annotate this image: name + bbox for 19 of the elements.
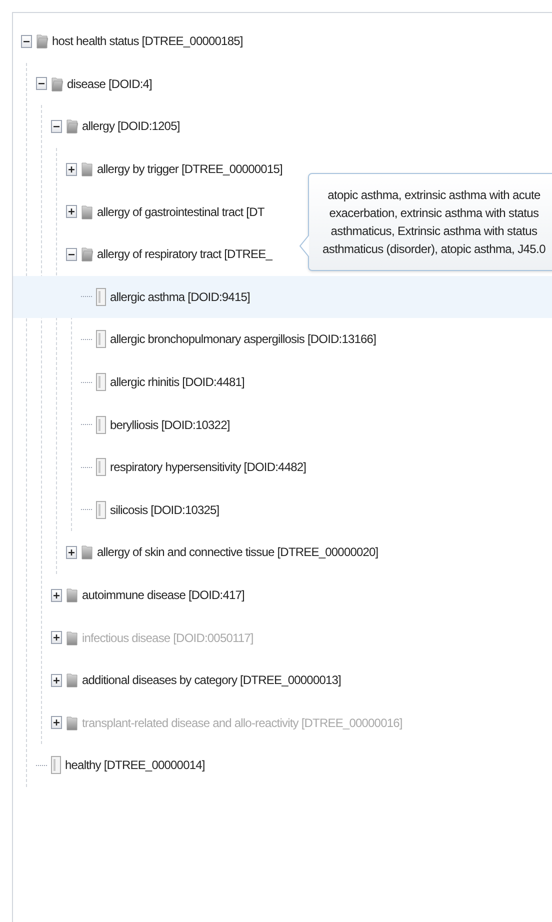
node-label: transplant-related disease and allo-reactivity [DTREE_00000016]: [82, 714, 402, 732]
node-label: allergic rhinitis [DOID:4481]: [110, 374, 244, 392]
node-label: autoimmune disease [DOID:417]: [82, 587, 244, 604]
node-label: silicosis [DOID:10325]: [110, 502, 220, 519]
node-label: host health status [DTREE_00000185]: [52, 33, 243, 50]
node-label: infectious disease [DOID:0050117]: [82, 630, 254, 647]
node-label: berylliosis [DOID:10322]: [110, 416, 230, 434]
node-label: healthy [DTREE_00000014]: [65, 757, 205, 774]
node-label: allergy of respiratory tract [DTREE_: [97, 246, 272, 264]
node-label: disease [DOID:4]: [67, 76, 152, 93]
node-label: allergy of gastrointestinal tract [DT: [97, 204, 264, 221]
node-label: respiratory hypersensitivity [DOID:4482]: [110, 459, 306, 476]
node-label: allergy by trigger [DTREE_00000015]: [97, 161, 282, 178]
tooltip-text: atopic asthma, extrinsic asthma with acute exacerbation, extrinsic asthma with status asthmaticus, Extrinsic asthma with status asthmaticus (disorder), atopic asthma, J45.0: [322, 187, 546, 258]
node-label: additional diseases by category [DTREE_00000013]: [82, 672, 341, 690]
node-label: allergic asthma [DOID:9415]: [110, 288, 250, 306]
node-label: allergy of skin and connective tissue [DTREE_00000020]: [97, 544, 378, 562]
node-label: allergic bronchopulmonary aspergillosis [DOID:13166]: [110, 331, 376, 348]
node-label: allergy [DOID:1205]: [82, 118, 180, 136]
